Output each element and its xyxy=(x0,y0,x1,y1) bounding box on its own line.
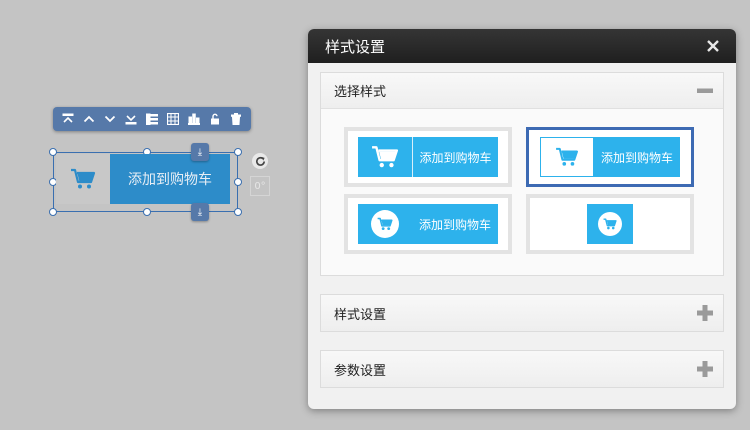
close-icon xyxy=(707,40,719,52)
dialog-title: 样式设置 xyxy=(325,37,386,56)
shopping-cart-icon xyxy=(71,168,96,189)
style-options: 添加到购物车 添加到购物车 添加到购物车 xyxy=(321,109,723,275)
move-down-button[interactable] xyxy=(101,110,119,128)
table-button[interactable] xyxy=(164,110,182,128)
element-toolbar xyxy=(53,107,251,131)
table-icon xyxy=(167,113,180,125)
list-button[interactable] xyxy=(143,110,161,128)
style-settings-dialog: 样式设置 选择样式 添加到购物车 添加到购物车 添加到购物车 样式设置 参数设置 xyxy=(308,29,736,409)
delete-button[interactable] xyxy=(227,110,245,128)
anchor-down-icon: ⤓ xyxy=(197,206,203,218)
move-down-icon xyxy=(104,115,115,123)
style-sample-2: 添加到购物车 xyxy=(540,137,680,177)
shopping-cart-icon xyxy=(377,217,393,231)
expand-icon xyxy=(697,361,713,377)
move-bottom-button[interactable] xyxy=(122,110,140,128)
list-icon xyxy=(145,113,158,125)
choose-style-panel: 选择样式 添加到购物车 添加到购物车 添加到购物车 xyxy=(320,72,724,276)
style-settings-header[interactable]: 样式设置 xyxy=(321,295,723,331)
widget-icon-area xyxy=(56,154,110,204)
resize-handle-bottom-right[interactable] xyxy=(234,208,242,216)
round-cart-badge xyxy=(598,212,622,236)
round-cart-badge xyxy=(371,210,399,238)
move-top-icon xyxy=(62,113,74,123)
expand-icon xyxy=(697,305,713,321)
style-sample-4 xyxy=(587,204,633,244)
style-sample-icon-area xyxy=(540,137,594,177)
move-top-button[interactable] xyxy=(59,110,77,128)
style-option-1[interactable]: 添加到购物车 xyxy=(344,127,512,187)
close-button[interactable] xyxy=(704,37,722,55)
style-sample-label: 添加到购物车 xyxy=(413,137,498,177)
collapse-icon xyxy=(697,88,713,93)
shopping-cart-icon xyxy=(603,218,617,230)
style-sample-icon-area xyxy=(358,204,412,244)
bar-chart-button[interactable] xyxy=(185,110,203,128)
style-option-3[interactable]: 添加到购物车 xyxy=(344,194,512,254)
parameter-settings-title: 参数设置 xyxy=(334,363,387,379)
move-up-button[interactable] xyxy=(80,110,98,128)
parameter-settings-header[interactable]: 参数设置 xyxy=(321,351,723,387)
bar-chart-icon xyxy=(188,113,201,125)
shopping-cart-icon xyxy=(556,147,578,166)
choose-style-header[interactable]: 选择样式 xyxy=(321,73,723,109)
style-sample-1: 添加到购物车 xyxy=(358,137,498,177)
resize-handle-bottom-left[interactable] xyxy=(49,208,57,216)
resize-handle-top-right[interactable] xyxy=(234,148,242,156)
style-settings-panel: 样式设置 xyxy=(320,294,724,332)
style-sample-icon-area xyxy=(358,137,413,177)
rotate-button[interactable] xyxy=(252,153,268,169)
unlock-icon xyxy=(211,113,220,125)
shopping-cart-icon xyxy=(372,146,399,168)
style-sample-3: 添加到购物车 xyxy=(358,204,498,244)
anchor-down-icon: ⤓ xyxy=(197,146,203,158)
style-option-2[interactable]: 添加到购物车 xyxy=(526,127,694,187)
resize-handle-bottom[interactable] xyxy=(143,208,151,216)
anchor-bottom-button[interactable]: ⤓ xyxy=(191,203,209,221)
widget-label: 添加到购物车 xyxy=(110,154,230,204)
rotate-icon xyxy=(255,156,265,166)
trash-icon xyxy=(231,113,242,125)
rotation-angle-input[interactable]: 0° xyxy=(250,176,270,196)
add-to-cart-widget[interactable]: 添加到购物车 xyxy=(56,154,230,204)
choose-style-title: 选择样式 xyxy=(334,85,387,100)
style-sample-label: 添加到购物车 xyxy=(418,217,491,232)
anchor-top-button[interactable]: ⤓ xyxy=(191,143,209,161)
resize-handle-right[interactable] xyxy=(234,178,242,186)
style-settings-title: 样式设置 xyxy=(334,307,387,323)
style-option-4[interactable] xyxy=(526,194,694,254)
unlock-button[interactable] xyxy=(206,110,224,128)
dialog-header: 样式设置 xyxy=(308,29,736,63)
parameter-settings-panel: 参数设置 xyxy=(320,350,724,388)
style-sample-label: 添加到购物车 xyxy=(594,137,680,177)
move-bottom-icon xyxy=(125,115,137,125)
move-up-icon xyxy=(83,115,94,123)
